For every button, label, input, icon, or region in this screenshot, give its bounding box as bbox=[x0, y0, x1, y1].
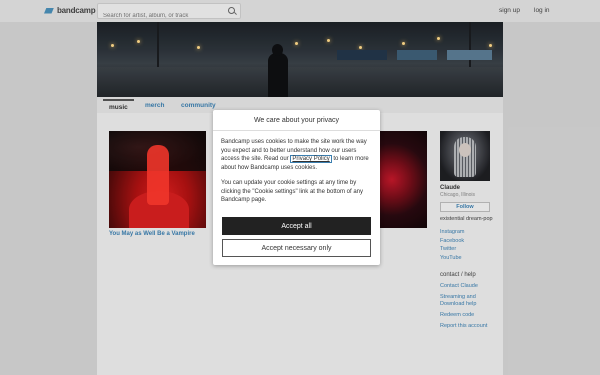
accept-necessary-button[interactable]: Accept necessary only bbox=[222, 239, 371, 257]
privacy-dialog: We care about your privacy Bandcamp uses… bbox=[213, 110, 380, 265]
accept-all-button[interactable]: Accept all bbox=[222, 217, 371, 235]
privacy-policy-link[interactable]: Privacy Policy bbox=[290, 155, 332, 164]
dialog-title: We care about your privacy bbox=[213, 110, 380, 131]
dialog-paragraph-2: You can update your cookie settings at a… bbox=[221, 179, 363, 204]
dialog-paragraph-1: Bandcamp uses cookies to make the site w… bbox=[221, 138, 372, 173]
dialog-body: Bandcamp uses cookies to make the site w… bbox=[213, 131, 380, 205]
